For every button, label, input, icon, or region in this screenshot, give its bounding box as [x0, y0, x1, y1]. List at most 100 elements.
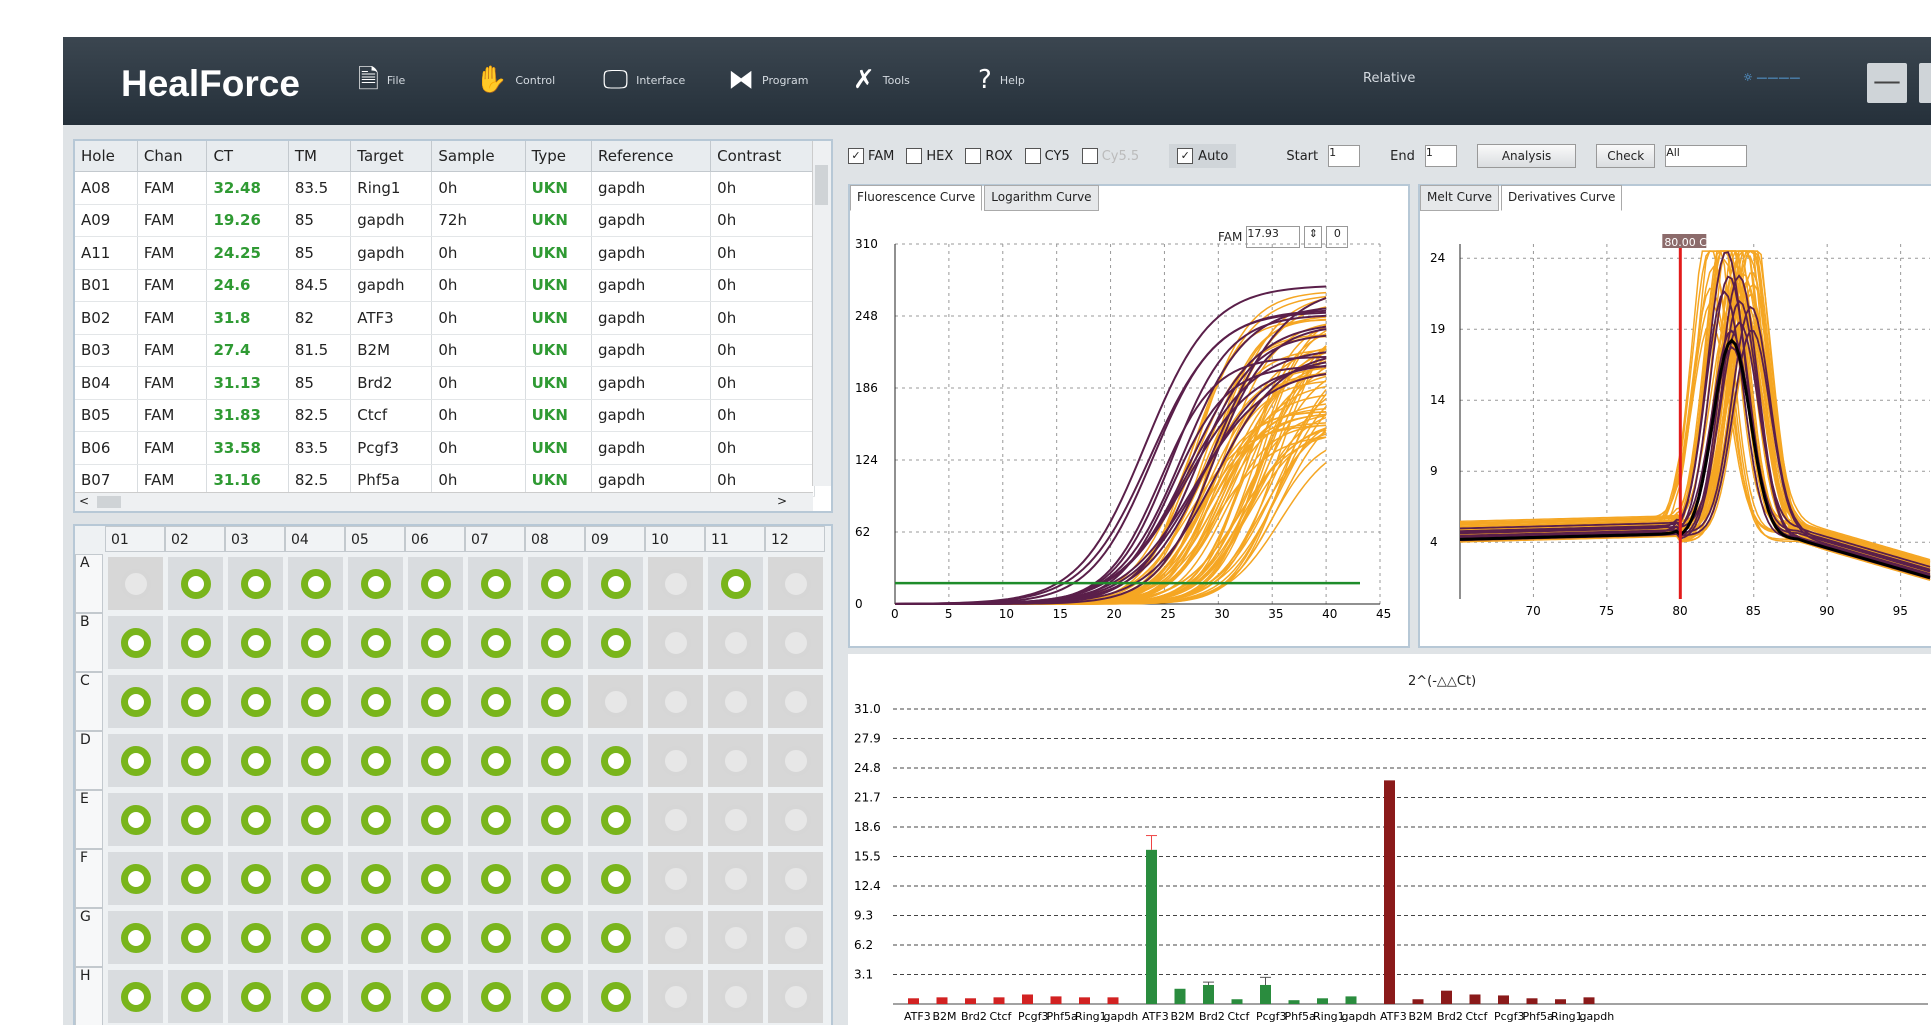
well-empty[interactable]: [781, 982, 811, 1012]
well-active[interactable]: [481, 864, 511, 894]
check-select[interactable]: All: [1665, 145, 1747, 167]
column-header[interactable]: CT: [207, 141, 288, 172]
expression-bar[interactable]: [1260, 985, 1271, 1004]
well-active[interactable]: [541, 628, 571, 658]
well-empty[interactable]: [661, 746, 691, 776]
well-active[interactable]: [361, 805, 391, 835]
plate-row-header[interactable]: B: [75, 613, 103, 672]
plate-row-header[interactable]: C: [75, 672, 103, 731]
well-active[interactable]: [181, 628, 211, 658]
well-active[interactable]: [361, 923, 391, 953]
well-active[interactable]: [481, 628, 511, 658]
table-horizontal-scrollbar[interactable]: < >: [75, 492, 813, 511]
well-active[interactable]: [121, 746, 151, 776]
plate-row-header[interactable]: E: [75, 790, 103, 849]
relative-expression-chart[interactable]: 31.027.924.821.718.615.512.49.36.23.1ATF…: [848, 654, 1931, 1025]
expression-bar[interactable]: [1146, 850, 1157, 1004]
well-active[interactable]: [601, 628, 631, 658]
expression-bar[interactable]: [965, 998, 976, 1004]
plate-column-header[interactable]: 12: [765, 526, 825, 552]
well-empty[interactable]: [721, 982, 751, 1012]
well-empty[interactable]: [781, 628, 811, 658]
expression-bar[interactable]: [1498, 995, 1509, 1004]
tab-derivatives-curve[interactable]: Derivatives Curve: [1501, 185, 1622, 211]
end-input[interactable]: 1: [1425, 145, 1457, 167]
start-input[interactable]: 1: [1328, 145, 1360, 167]
well-active[interactable]: [121, 923, 151, 953]
scroll-right-arrow[interactable]: >: [777, 494, 787, 508]
well-empty[interactable]: [661, 569, 691, 599]
well-active[interactable]: [601, 923, 631, 953]
table-row[interactable]: B01 FAM 24.6 84.5 gapdh 0h UKN gapdh 0h: [75, 269, 815, 302]
well-active[interactable]: [601, 864, 631, 894]
well-active[interactable]: [421, 982, 451, 1012]
table-row[interactable]: B06 FAM 33.58 83.5 Pcgf3 0h UKN gapdh 0h: [75, 432, 815, 465]
well-active[interactable]: [241, 805, 271, 835]
column-header[interactable]: Target: [351, 141, 432, 172]
plate-column-header[interactable]: 06: [405, 526, 465, 552]
tab-logarithm-curve[interactable]: Logarithm Curve: [984, 185, 1098, 211]
well-empty[interactable]: [661, 864, 691, 894]
well-active[interactable]: [241, 569, 271, 599]
channel-checkbox[interactable]: [906, 148, 922, 164]
well-active[interactable]: [481, 923, 511, 953]
plate-column-header[interactable]: 04: [285, 526, 345, 552]
menu-control[interactable]: ✋ Control: [475, 67, 555, 93]
well-active[interactable]: [481, 746, 511, 776]
well-active[interactable]: [421, 923, 451, 953]
well-active[interactable]: [181, 687, 211, 717]
well-active[interactable]: [421, 687, 451, 717]
well-active[interactable]: [421, 746, 451, 776]
table-row[interactable]: B05 FAM 31.83 82.5 Ctcf 0h UKN gapdh 0h: [75, 399, 815, 432]
well-active[interactable]: [481, 569, 511, 599]
column-header[interactable]: Chan: [137, 141, 207, 172]
scroll-left-arrow[interactable]: <: [79, 494, 89, 508]
well-empty[interactable]: [781, 746, 811, 776]
well-active[interactable]: [301, 569, 331, 599]
well-empty[interactable]: [661, 982, 691, 1012]
tab-melt-curve[interactable]: Melt Curve: [1420, 185, 1499, 211]
well-active[interactable]: [541, 569, 571, 599]
table-row[interactable]: A09 FAM 19.26 85 gapdh 72h UKN gapdh 0h: [75, 204, 815, 237]
expression-bar[interactable]: [1584, 997, 1595, 1004]
channel-toggle-hex[interactable]: HEX: [906, 148, 953, 164]
table-row[interactable]: B03 FAM 27.4 81.5 B2M 0h UKN gapdh 0h: [75, 334, 815, 367]
well-active[interactable]: [121, 982, 151, 1012]
well-active[interactable]: [241, 864, 271, 894]
well-empty[interactable]: [661, 805, 691, 835]
well-active[interactable]: [361, 864, 391, 894]
expression-bar[interactable]: [1022, 994, 1033, 1004]
well-active[interactable]: [541, 805, 571, 835]
well-empty[interactable]: [661, 923, 691, 953]
expression-bar[interactable]: [1470, 994, 1481, 1004]
plate-column-header[interactable]: 01: [105, 526, 165, 552]
channel-toggle-rox[interactable]: ROX: [965, 148, 1012, 164]
well-empty[interactable]: [781, 805, 811, 835]
expression-bar[interactable]: [1175, 989, 1186, 1004]
fluorescence-chart[interactable]: 0 5 10 15 20 25 30 35 40 45310248186124620: [850, 224, 1400, 644]
well-active[interactable]: [301, 687, 331, 717]
well-active[interactable]: [301, 923, 331, 953]
well-active[interactable]: [241, 923, 271, 953]
well-active[interactable]: [601, 569, 631, 599]
table-vertical-scrollbar[interactable]: [812, 141, 831, 486]
plate-row-header[interactable]: D: [75, 731, 103, 790]
menu-program[interactable]: ⧓ Program: [728, 67, 808, 93]
table-row[interactable]: A11 FAM 24.25 85 gapdh 0h UKN gapdh 0h: [75, 237, 815, 270]
expression-bar[interactable]: [1232, 999, 1243, 1004]
well-active[interactable]: [181, 864, 211, 894]
well-active[interactable]: [481, 805, 511, 835]
well-active[interactable]: [541, 687, 571, 717]
well-empty[interactable]: [781, 923, 811, 953]
well-active[interactable]: [601, 746, 631, 776]
expression-bar[interactable]: [1413, 999, 1424, 1004]
well-active[interactable]: [301, 746, 331, 776]
table-row[interactable]: B04 FAM 31.13 85 Brd2 0h UKN gapdh 0h: [75, 367, 815, 400]
plate-column-header[interactable]: 03: [225, 526, 285, 552]
well-active[interactable]: [181, 746, 211, 776]
well-active[interactable]: [301, 864, 331, 894]
channel-toggle-cy55[interactable]: Cy5.5: [1082, 148, 1139, 164]
column-header[interactable]: Reference: [592, 141, 711, 172]
well-active[interactable]: [301, 805, 331, 835]
plate-row-header[interactable]: A: [75, 554, 103, 613]
